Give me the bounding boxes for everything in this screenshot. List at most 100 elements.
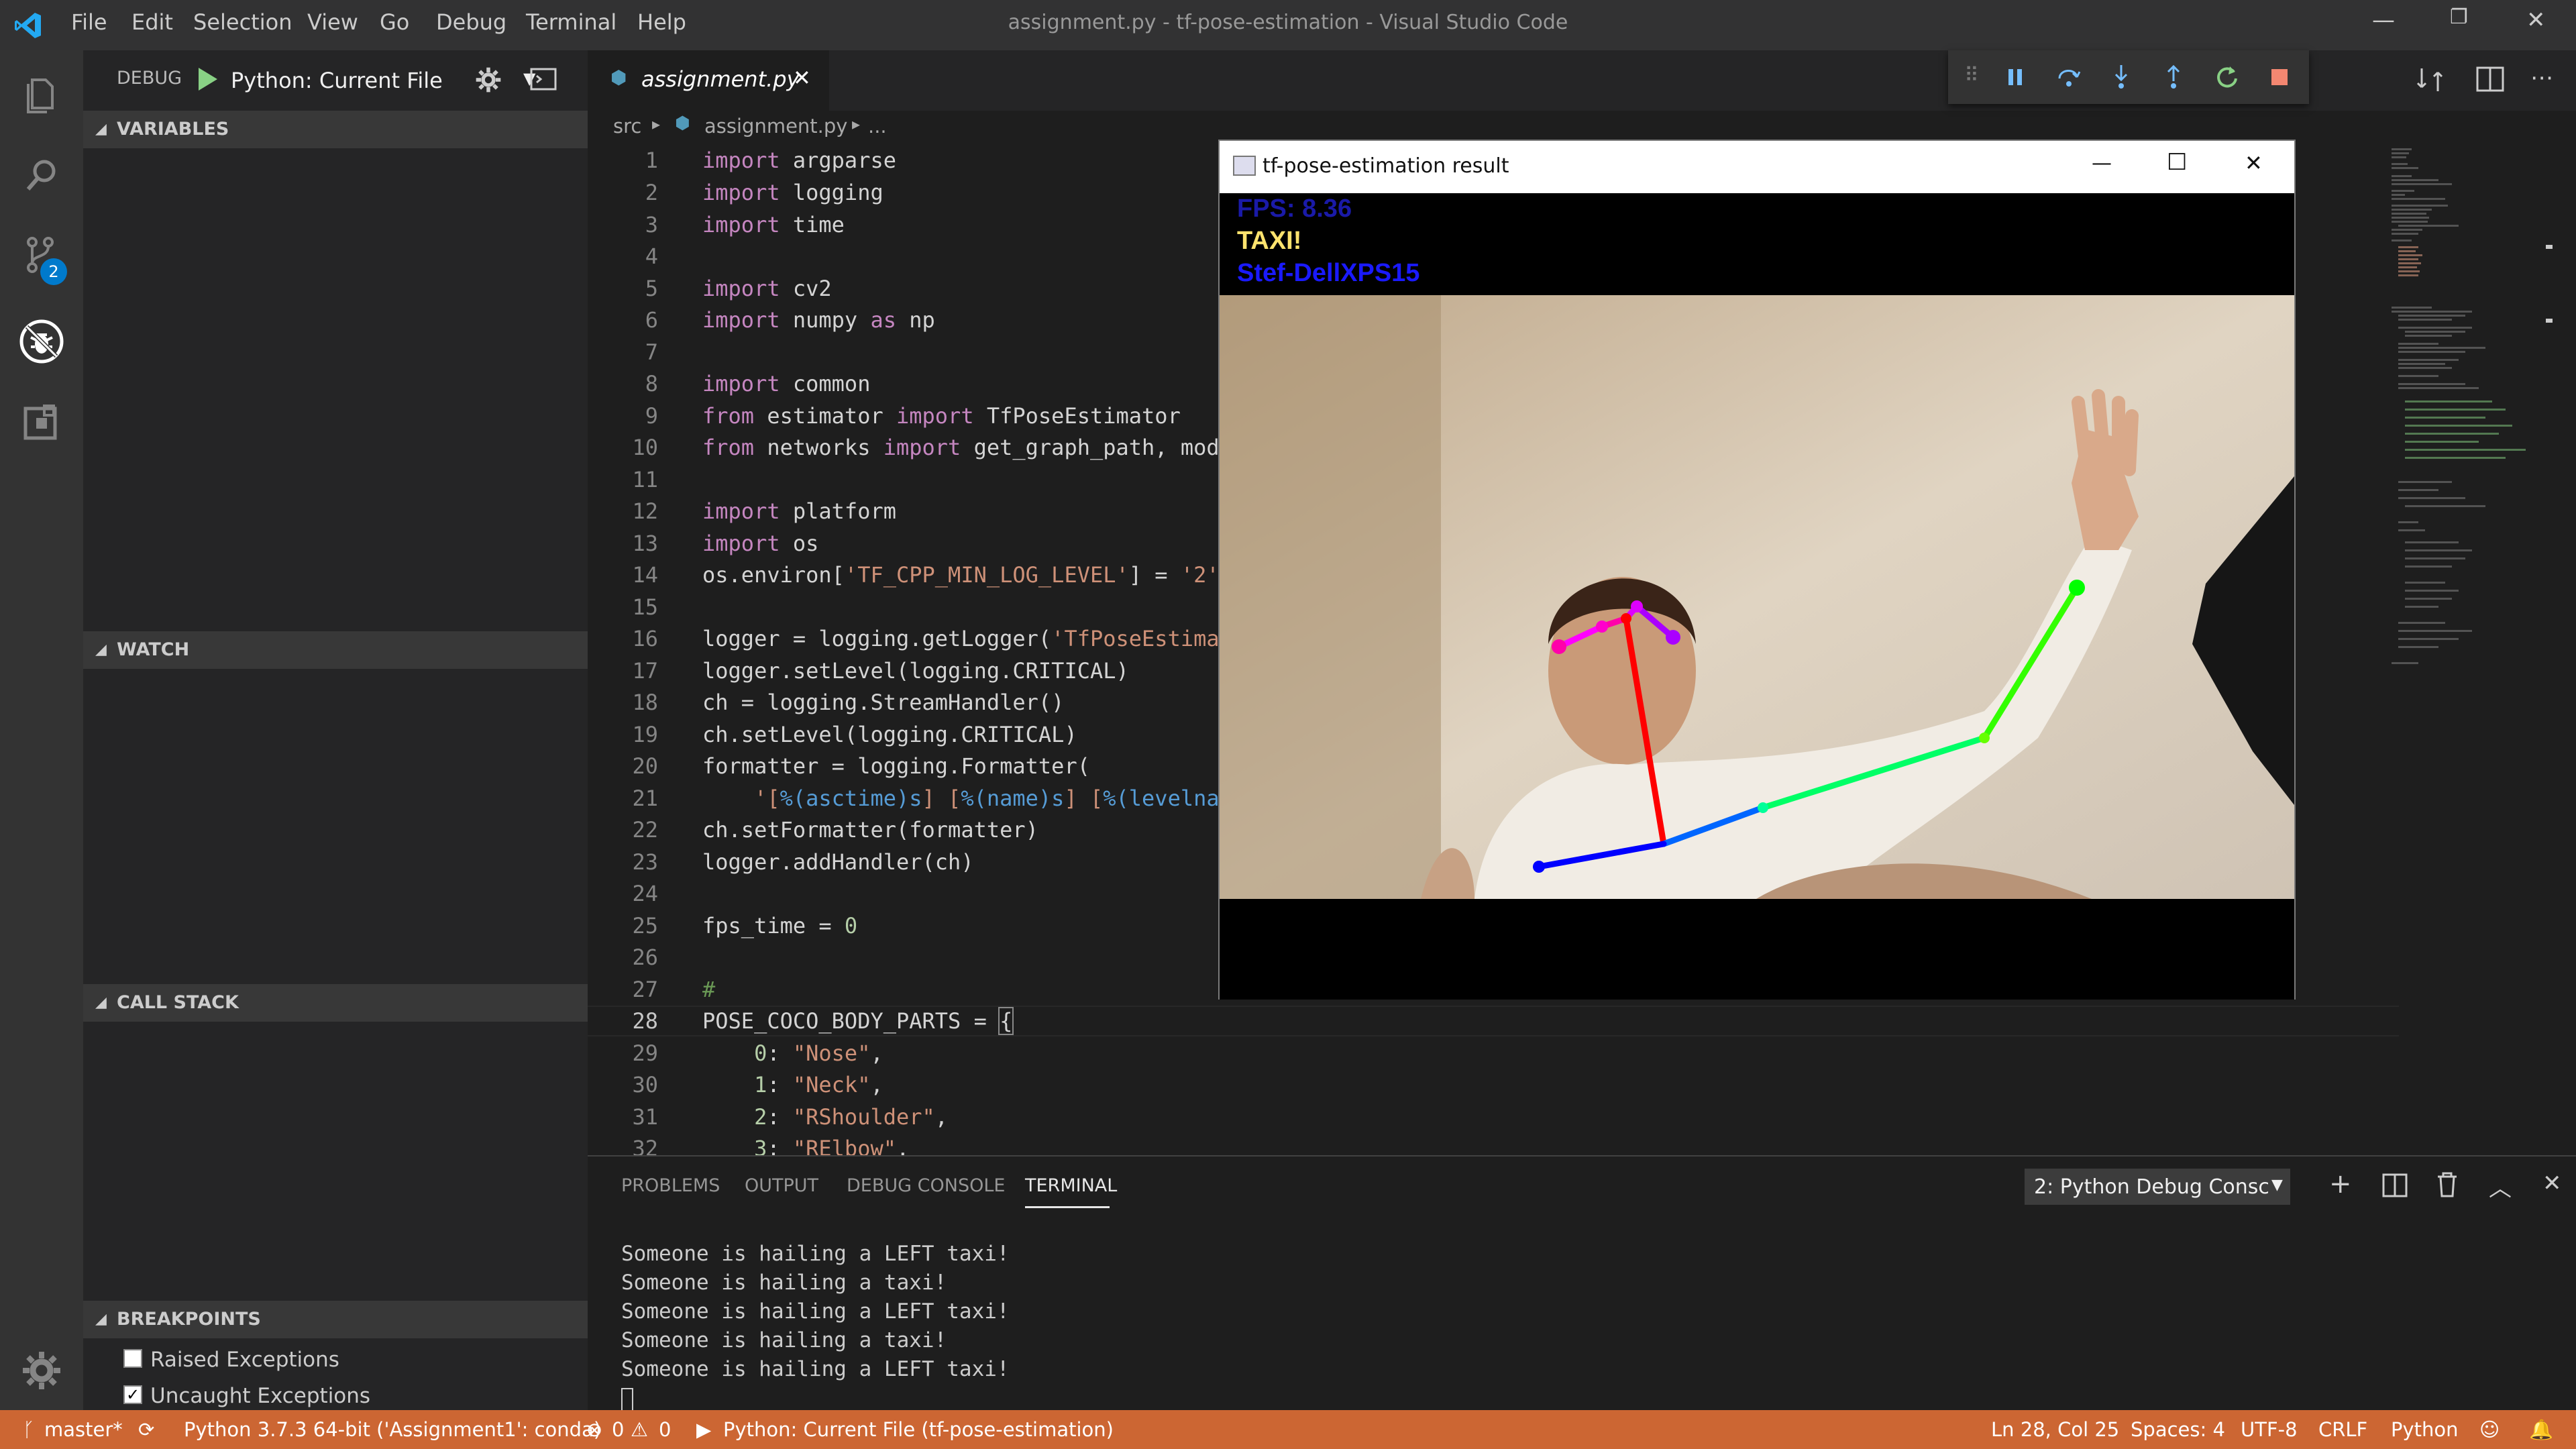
line-number: 20 [632, 753, 658, 779]
close-panel-icon[interactable]: ✕ [2542, 1170, 2562, 1197]
line-number: 6 [645, 307, 658, 333]
breakpoints-section-header[interactable]: ◢ BREAKPOINTS [83, 1301, 588, 1338]
terminal-output[interactable]: Someone is hailing a LEFT taxi! Someone … [621, 1240, 1010, 1412]
notifications-bell-icon[interactable]: 🔔 [2529, 1418, 2553, 1442]
camera-frame: FPS: 8.36 TAXI! Stef-DellXPS15 [1220, 193, 2294, 1000]
minimap[interactable] [2385, 146, 2553, 1155]
close-button[interactable]: ✕ [2526, 7, 2546, 34]
step-out-icon[interactable] [2161, 64, 2186, 91]
breakpoint-uncaught-exceptions[interactable]: ✓ Uncaught Exceptions [123, 1381, 580, 1412]
code-line: import platform [702, 498, 896, 524]
line-number: 16 [632, 626, 658, 651]
terminal-line: Someone is hailing a taxi! [621, 1271, 947, 1295]
error-icon: ⊗ [586, 1418, 603, 1441]
more-actions-icon[interactable]: ⋯ [2530, 64, 2553, 91]
drag-handle-icon[interactable]: ⠿ [1964, 64, 1979, 87]
chevron-down-icon: ▼ [2271, 1177, 2283, 1193]
start-debugging-icon[interactable] [196, 66, 219, 92]
step-over-icon[interactable] [2055, 65, 2082, 89]
line-number: 4 [645, 244, 658, 269]
line-number: 11 [632, 467, 658, 492]
terminal-cursor [621, 1388, 633, 1412]
line-number: 26 [632, 945, 658, 970]
breadcrumb-chevron-icon: ▸ [652, 115, 661, 133]
stop-icon[interactable] [2267, 65, 2292, 89]
tab-terminal[interactable]: TERMINAL [1025, 1175, 1117, 1196]
code-line: from networks import get_graph_path, mod [702, 435, 1220, 460]
checkbox-checked-icon[interactable]: ✓ [123, 1385, 142, 1404]
line-number: 27 [632, 977, 658, 1002]
collapse-triangle-icon: ◢ [95, 994, 107, 1011]
open-changes-icon[interactable] [2415, 64, 2446, 95]
debug-settings-gear-icon[interactable] [474, 65, 503, 95]
feedback-smiley-icon[interactable]: ☺ [2479, 1418, 2500, 1441]
breadcrumb-more[interactable]: ... [868, 115, 887, 138]
files-icon[interactable] [17, 70, 66, 119]
result-window-titlebar[interactable]: tf-pose-estimation result — ☐ ✕ [1220, 141, 2294, 193]
branch-name[interactable]: master* [44, 1418, 123, 1441]
code-line: POSE_COCO_BODY_PARTS = { [702, 1007, 1014, 1035]
encoding[interactable]: UTF-8 [2241, 1418, 2298, 1441]
cursor-position[interactable]: Ln 28, Col 25 [1991, 1418, 2119, 1441]
call-stack-section-header[interactable]: ◢ CALL STACK [83, 984, 588, 1022]
new-terminal-icon[interactable]: + [2329, 1169, 2352, 1199]
restart-icon[interactable] [2214, 64, 2241, 91]
collapse-triangle-icon: ◢ [95, 1311, 107, 1328]
search-icon[interactable] [17, 151, 66, 199]
tab-assignment-py[interactable]: ⬢ assignment.py ✕ [588, 50, 829, 111]
step-into-icon[interactable] [2109, 64, 2133, 91]
error-count[interactable]: 0 [612, 1418, 624, 1441]
split-editor-icon[interactable] [2475, 66, 2505, 93]
line-number: 12 [632, 498, 658, 524]
window-title: assignment.py - tf-pose-estimation - Vis… [1008, 11, 1568, 34]
python-interpreter[interactable]: Python 3.7.3 64-bit ('Assignment1': cond… [184, 1418, 601, 1441]
tab-debug-console[interactable]: DEBUG CONSOLE [847, 1175, 1005, 1196]
variables-section-header[interactable]: ◢ VARIABLES [83, 111, 588, 148]
line-ending[interactable]: CRLF [2318, 1418, 2367, 1441]
debug-console-icon[interactable] [530, 68, 557, 91]
terminal-select[interactable]: 2: Python Debug Consc ▼ [2025, 1169, 2290, 1205]
code-line: import cv2 [702, 276, 832, 301]
code-line: import os [702, 531, 819, 556]
line-number: 7 [645, 339, 658, 365]
indentation[interactable]: Spaces: 4 [2131, 1418, 2225, 1441]
breadcrumb-src[interactable]: src [613, 115, 641, 138]
bottom-panel: PROBLEMS OUTPUT DEBUG CONSOLE TERMINAL 2… [588, 1155, 2576, 1412]
close-button[interactable]: ✕ [2245, 150, 2263, 176]
terminal-line: Someone is hailing a taxi! [621, 1328, 947, 1352]
pose-result-window[interactable]: tf-pose-estimation result — ☐ ✕ FPS: 8.3… [1218, 140, 2296, 1000]
scm-badge: 2 [40, 258, 67, 285]
title-bar: File Edit Selection View Go Debug Termin… [0, 0, 2576, 50]
minimize-button[interactable]: — [2092, 152, 2112, 175]
checkbox-unchecked[interactable] [123, 1349, 142, 1368]
line-number: 15 [632, 594, 658, 620]
trash-icon[interactable] [2435, 1171, 2459, 1198]
maximize-button[interactable]: ☐ [2167, 149, 2187, 176]
debug-icon[interactable] [17, 317, 66, 366]
variables-label: VARIABLES [117, 119, 229, 140]
tab-output[interactable]: OUTPUT [745, 1175, 818, 1196]
settings-gear-icon[interactable] [17, 1346, 66, 1395]
watch-section-header[interactable]: ◢ WATCH [83, 631, 588, 669]
split-terminal-icon[interactable] [2381, 1173, 2408, 1198]
breakpoint-label: Uncaught Exceptions [150, 1384, 371, 1408]
language-mode[interactable]: Python [2391, 1418, 2459, 1441]
breadcrumb-file[interactable]: assignment.py [704, 115, 847, 138]
line-number: 14 [632, 562, 658, 588]
call-stack-label: CALL STACK [117, 992, 239, 1013]
line-number: 10 [632, 435, 658, 460]
pause-icon[interactable] [2003, 65, 2027, 89]
debug-sidebar: DEBUG Python: Current File ▼ ◢ VARIABLES… [83, 50, 588, 1410]
sync-icon[interactable]: ⟳ [138, 1418, 154, 1441]
minimize-button[interactable]: — [2372, 7, 2395, 34]
warning-count[interactable]: 0 [659, 1418, 671, 1441]
extensions-icon[interactable] [17, 399, 66, 447]
maximize-panel-icon[interactable]: ︿ [2489, 1170, 2512, 1203]
restore-button[interactable]: ❐ [2450, 5, 2468, 29]
breakpoint-raised-exceptions[interactable]: Raised Exceptions [123, 1345, 580, 1376]
tab-problems[interactable]: PROBLEMS [621, 1175, 720, 1196]
close-tab-icon[interactable]: ✕ [793, 65, 811, 91]
code-line: 0: "Nose", [754, 1040, 883, 1066]
debug-target[interactable]: Python: Current File (tf-pose-estimation… [723, 1418, 1114, 1441]
code-line: logger.addHandler(ch) [702, 849, 974, 875]
